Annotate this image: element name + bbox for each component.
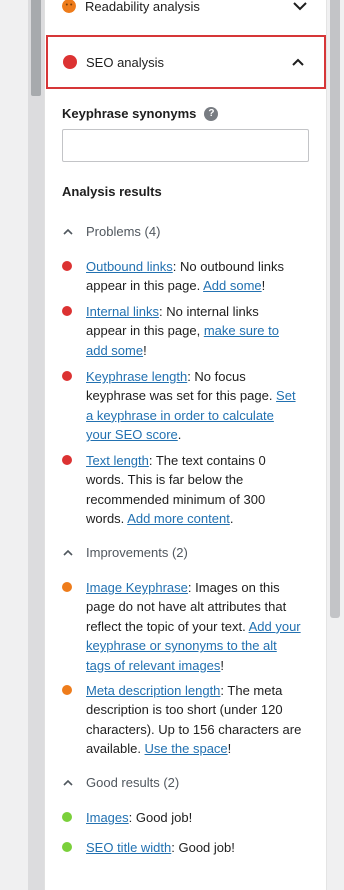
help-icon[interactable]: ? — [204, 106, 219, 121]
result-link[interactable]: Internal links — [86, 304, 159, 319]
good-results-header: Good results (2) — [86, 775, 180, 790]
readability-analysis-title: Readability analysis — [85, 0, 200, 14]
problem-bullet — [62, 371, 72, 381]
result-item: Outbound links: No outbound links appear… — [62, 257, 302, 296]
problems-header: Problems (4) — [86, 224, 161, 239]
improvement-bullet — [62, 582, 72, 592]
left-scrollbar[interactable] — [28, 0, 44, 890]
chevron-up-icon — [63, 779, 73, 786]
result-action-link[interactable]: Add more content — [127, 511, 230, 526]
problem-bullet — [62, 306, 72, 316]
result-item: Internal links: No internal links appear… — [62, 302, 302, 360]
good-bullet — [62, 842, 72, 852]
result-link[interactable]: Outbound links — [86, 259, 173, 274]
seo-analysis-title: SEO analysis — [86, 54, 165, 70]
keyphrase-synonyms-input[interactable] — [62, 129, 309, 162]
improvements-header: Improvements (2) — [86, 545, 188, 560]
result-item: Meta description length: The meta descri… — [62, 681, 302, 759]
result-item: Keyphrase length: No focus keyphrase was… — [62, 367, 302, 445]
chevron-down-icon — [293, 2, 307, 11]
result-item: Image Keyphrase: Images on this page do … — [62, 578, 302, 675]
good-results-toggle[interactable]: Good results (2) — [62, 775, 179, 790]
improvements-toggle[interactable]: Improvements (2) — [62, 545, 188, 560]
result-link[interactable]: Meta description length — [86, 683, 220, 698]
emoji-face-icon — [62, 0, 76, 13]
chevron-up-icon — [63, 549, 73, 556]
problem-bullet — [62, 261, 72, 271]
seo-analysis-toggle[interactable]: SEO analysis — [46, 35, 326, 89]
chevron-up-icon — [63, 228, 73, 235]
result-link[interactable]: Text length — [86, 453, 149, 468]
improvement-bullet — [62, 685, 72, 695]
synonyms-label-row: Keyphrase synonyms ? — [62, 106, 219, 121]
seo-score-bullet — [63, 55, 77, 69]
result-action-link[interactable]: Use the space — [145, 741, 228, 756]
problems-toggle[interactable]: Problems (4) — [62, 224, 160, 239]
result-item: Images: Good job! — [62, 808, 302, 827]
left-scrollbar-thumb[interactable] — [31, 0, 41, 96]
result-item: SEO title width: Good job! — [62, 838, 302, 857]
problem-bullet — [62, 455, 72, 465]
good-bullet — [62, 812, 72, 822]
right-scrollbar-thumb[interactable] — [330, 0, 340, 618]
result-item: Text length: The text contains 0 words. … — [62, 451, 302, 529]
result-action-link[interactable]: Add some — [203, 278, 262, 293]
readability-analysis-toggle[interactable]: Readability analysis — [44, 0, 326, 22]
result-link[interactable]: Keyphrase length — [86, 369, 187, 384]
analysis-results-heading: Analysis results — [62, 184, 162, 199]
chevron-up-icon — [292, 58, 304, 66]
result-link[interactable]: Images — [86, 810, 129, 825]
result-link[interactable]: Image Keyphrase — [86, 580, 188, 595]
synonyms-label: Keyphrase synonyms — [62, 106, 197, 121]
result-link[interactable]: SEO title width — [86, 840, 171, 855]
left-gutter — [0, 0, 28, 890]
